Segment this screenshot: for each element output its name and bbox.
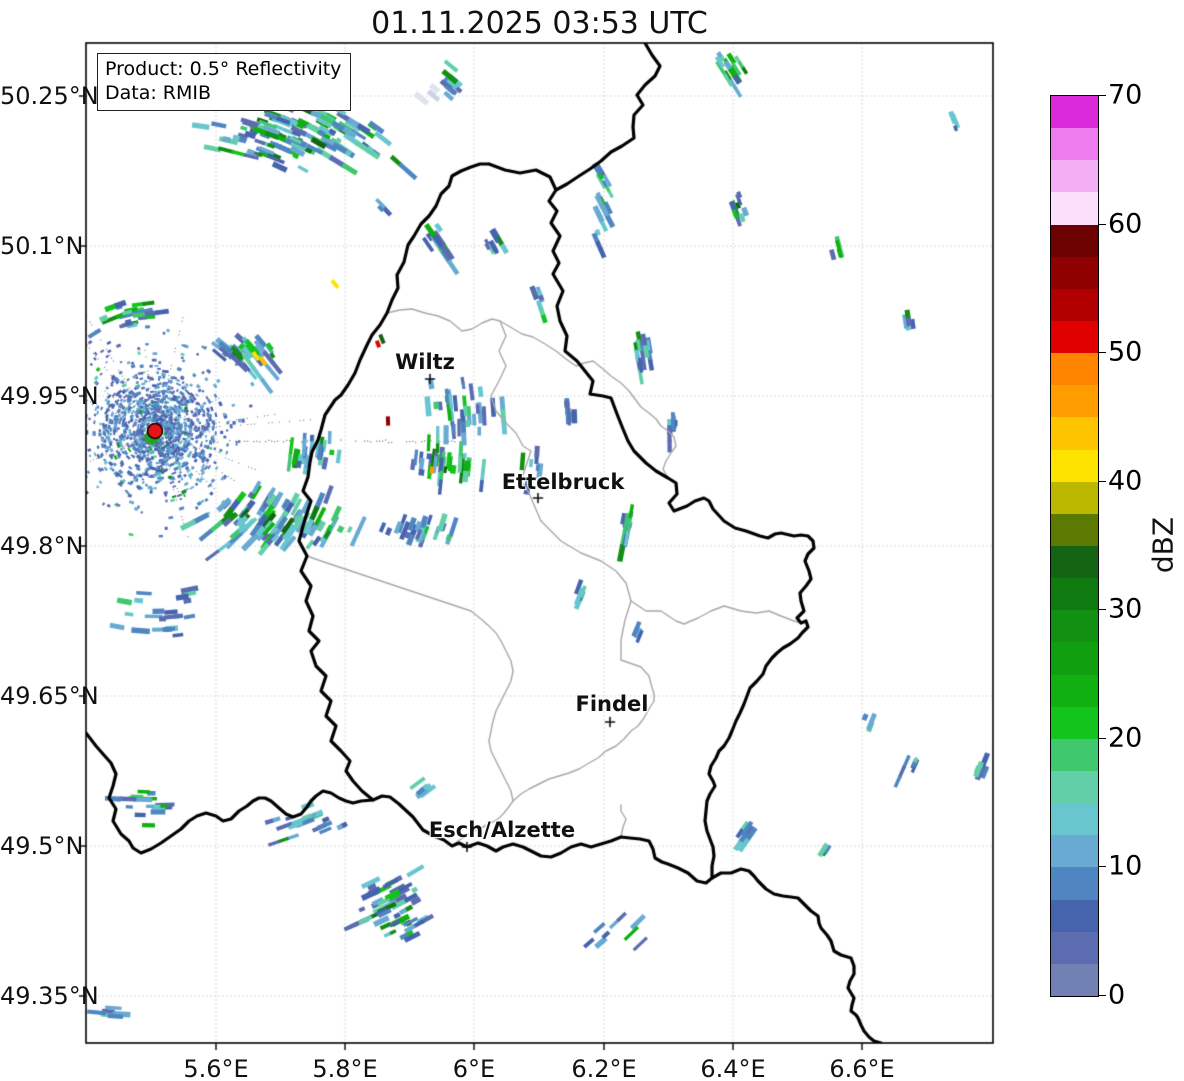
colorbar-tick-mark (1098, 737, 1106, 739)
colorbar-segment (1051, 96, 1098, 129)
colorbar (1050, 95, 1099, 997)
x-tick-label: 6.6°E (829, 1055, 895, 1081)
colorbar-tick-mark (1098, 95, 1106, 96)
colorbar-unit-label: dBZ (1146, 516, 1180, 574)
colorbar-segment (1051, 417, 1098, 450)
colorbar-tick-mark (1098, 480, 1106, 482)
colorbar-segment (1051, 706, 1098, 739)
y-tick-label: 49.95°N (0, 382, 99, 410)
city-label: Wiltz (395, 350, 455, 374)
colorbar-tick-label: 20 (1108, 722, 1143, 754)
colorbar-tick-label: 10 (1108, 850, 1143, 882)
colorbar-segment (1051, 481, 1098, 514)
colorbar-segment (1051, 288, 1098, 322)
y-tick-label: 50.1°N (0, 232, 84, 260)
colorbar-segment (1051, 546, 1098, 579)
colorbar-tick-mark (1098, 995, 1106, 996)
colorbar-tick-label: 60 (1108, 208, 1143, 240)
city-label: Esch/Alzette (428, 818, 576, 842)
colorbar-segment (1051, 738, 1098, 772)
colorbar-segment (1051, 385, 1098, 418)
colorbar-segment (1051, 771, 1098, 804)
product-info-line1: Product: 0.5° Reflectivity (105, 58, 342, 80)
colorbar-segment (1051, 128, 1098, 161)
y-tick-label: 50.25°N (0, 82, 99, 110)
colorbar-segment (1051, 610, 1098, 643)
colorbar-tick-mark (1098, 352, 1106, 354)
colorbar-segment (1051, 353, 1098, 386)
x-tick-label: 5.8°E (312, 1055, 378, 1081)
colorbar-segment (1051, 867, 1098, 900)
colorbar-tick-mark (1098, 866, 1106, 868)
colorbar-segment (1051, 321, 1098, 354)
y-tick-label: 49.8°N (0, 532, 84, 560)
product-info-box: Product: 0.5° Reflectivity Data: RMIB (97, 53, 352, 111)
colorbar-segment (1051, 642, 1098, 675)
x-tick-label: 6.2°E (571, 1055, 637, 1081)
colorbar-segment (1051, 513, 1098, 547)
colorbar-segment (1051, 931, 1098, 964)
radar-display: 01.11.2025 03:53 UTC Product: 0.5° Refle… (0, 0, 1184, 1081)
city-label: Findel (575, 692, 649, 716)
y-tick-label: 49.65°N (0, 682, 99, 710)
colorbar-tick-label: 40 (1108, 465, 1143, 497)
colorbar-segment (1051, 256, 1098, 289)
y-tick-label: 49.5°N (0, 832, 84, 860)
colorbar-tick-label: 0 (1108, 979, 1126, 1011)
colorbar-tick-mark (1098, 223, 1106, 225)
page-title: 01.11.2025 03:53 UTC (371, 6, 708, 41)
colorbar-segment (1051, 803, 1098, 836)
x-tick-label: 5.6°E (183, 1055, 249, 1081)
colorbar-segment (1051, 192, 1098, 225)
colorbar-segment (1051, 449, 1098, 482)
colorbar-segment (1051, 963, 1098, 996)
product-info-line2: Data: RMIB (105, 82, 212, 104)
colorbar-segment (1051, 160, 1098, 193)
colorbar-segment (1051, 899, 1098, 932)
colorbar-tick-label: 70 (1108, 79, 1143, 111)
radar-map-canvas (0, 0, 1184, 1081)
city-label: Ettelbruck (501, 470, 625, 494)
colorbar-tick-label: 30 (1108, 593, 1143, 625)
colorbar-segment (1051, 674, 1098, 707)
colorbar-segment (1051, 578, 1098, 611)
colorbar-tick-mark (1098, 609, 1106, 611)
x-tick-label: 6.4°E (700, 1055, 766, 1081)
colorbar-segment (1051, 224, 1098, 257)
colorbar-segment (1051, 835, 1098, 868)
colorbar-tick-label: 50 (1108, 336, 1143, 368)
x-tick-label: 6°E (452, 1055, 496, 1081)
y-tick-label: 49.35°N (0, 982, 99, 1010)
